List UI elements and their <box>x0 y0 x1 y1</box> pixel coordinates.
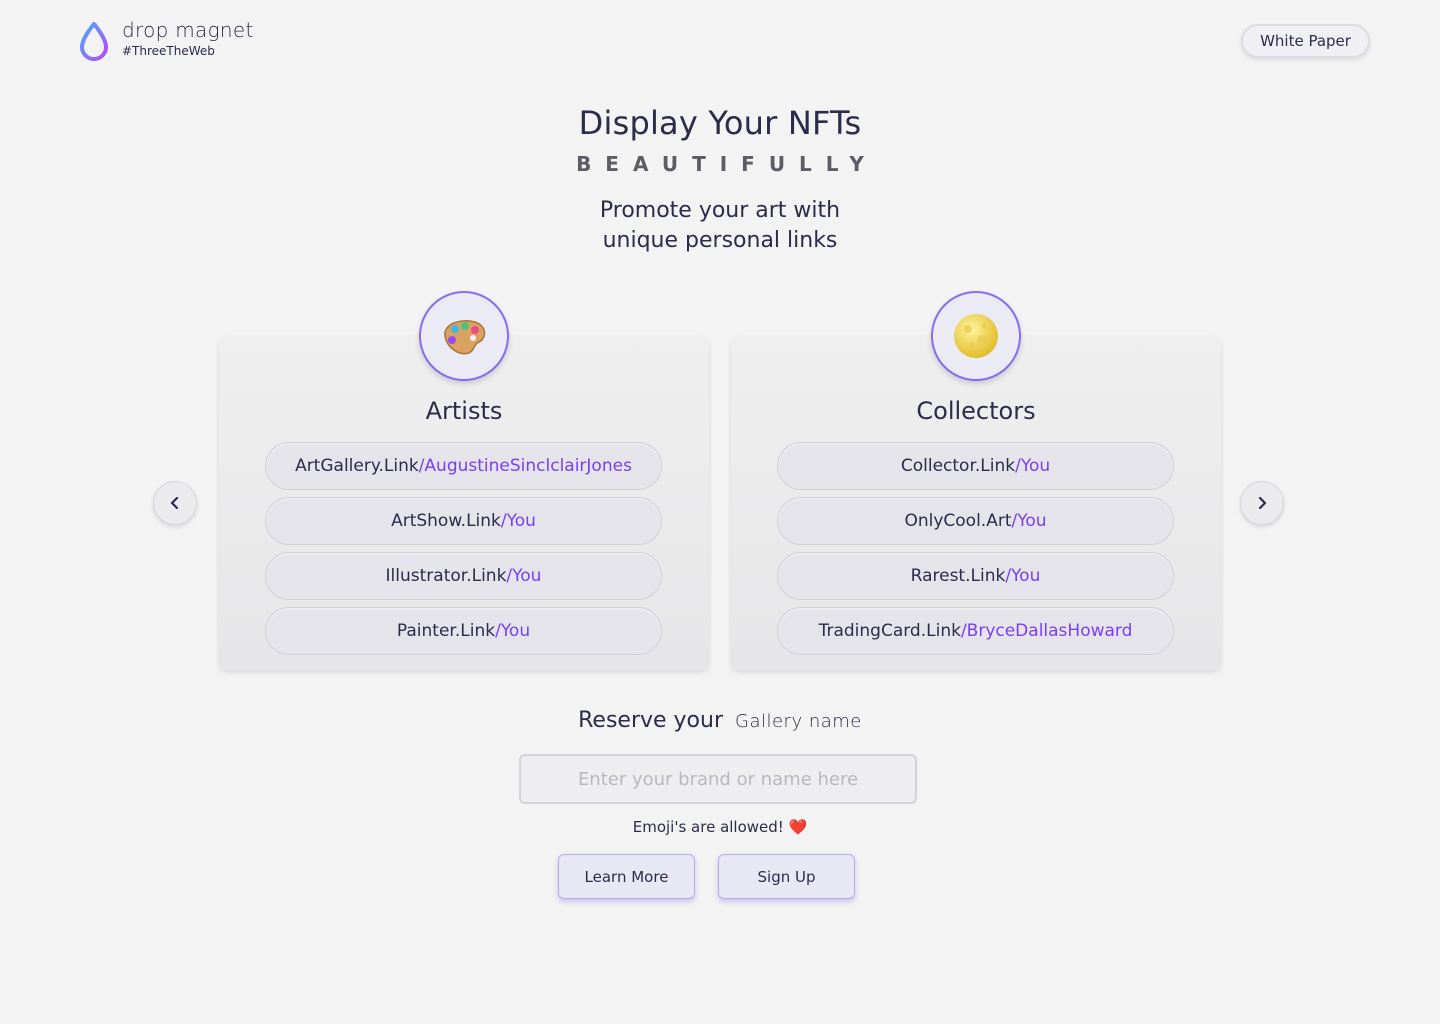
tagline: #ThreeTheWeb <box>122 44 215 58</box>
link-domain: Collector.Link <box>900 456 1016 476</box>
promo-line-1: Promote your art with <box>599 198 841 223</box>
link-pill[interactable]: Illustrator.Link/You <box>265 552 662 600</box>
white-paper-button[interactable]: White Paper <box>1241 24 1370 58</box>
link-pill[interactable]: Painter.Link/You <box>265 607 662 655</box>
promo-text: Promote your art with unique personal li… <box>0 196 1440 256</box>
learn-more-button[interactable]: Learn More <box>558 854 695 899</box>
link-suffix: /BryceDallasHoward <box>960 621 1133 641</box>
link-domain: ArtGallery.Link <box>295 456 419 476</box>
gallery-name-input[interactable] <box>519 754 917 804</box>
reserve-label: Reserve your <box>578 708 723 733</box>
collectors-card: Collectors Collector.Link/You OnlyCool.A… <box>731 291 1221 670</box>
link-pill[interactable]: ArtShow.Link/You <box>265 497 662 545</box>
link-suffix: /You <box>1005 566 1041 586</box>
collectors-title: Collectors <box>916 397 1036 425</box>
link-domain: TradingCard.Link <box>818 621 961 641</box>
link-domain: Painter.Link <box>396 621 496 641</box>
reserve-script-text: Gallery name <box>735 711 862 732</box>
carousel-next-button[interactable] <box>1240 481 1284 525</box>
collectors-avatar <box>931 291 1021 381</box>
link-suffix: /AugustineSinclclairJones <box>418 456 632 476</box>
link-suffix: /You <box>1011 511 1047 531</box>
chevron-right-icon <box>1258 496 1267 510</box>
sign-up-button[interactable]: Sign Up <box>718 854 855 899</box>
chevron-left-icon <box>170 496 179 510</box>
link-pill[interactable]: OnlyCool.Art/You <box>777 497 1174 545</box>
emoji-note: Emoji's are allowed! ❤️ <box>632 818 808 836</box>
link-domain: ArtShow.Link <box>391 511 501 531</box>
link-domain: Rarest.Link <box>910 566 1006 586</box>
link-suffix: /You <box>500 511 536 531</box>
link-domain: OnlyCool.Art <box>904 511 1012 531</box>
link-suffix: /You <box>506 566 542 586</box>
link-suffix: /You <box>1015 456 1051 476</box>
link-suffix: /You <box>495 621 531 641</box>
palette-icon <box>444 320 486 355</box>
drop-logo-icon <box>79 22 109 61</box>
page-title: Display Your NFTs <box>578 104 862 142</box>
moon-icon <box>954 314 998 358</box>
promo-line-2: unique personal links <box>602 228 838 253</box>
artists-links: ArtGallery.Link/AugustineSinclclairJones… <box>265 442 662 662</box>
artists-title: Artists <box>425 397 503 425</box>
reserve-heading: Reserve your Gallery name <box>0 708 1440 733</box>
link-pill[interactable]: Collector.Link/You <box>777 442 1174 490</box>
carousel-prev-button[interactable] <box>153 481 197 525</box>
artists-card: Artists ArtGallery.Link/AugustineSinclcl… <box>219 291 709 670</box>
link-pill[interactable]: Rarest.Link/You <box>777 552 1174 600</box>
link-pill[interactable]: ArtGallery.Link/AugustineSinclclairJones <box>265 442 662 490</box>
link-pill[interactable]: TradingCard.Link/BryceDallasHoward <box>777 607 1174 655</box>
brand-name: drop magnet <box>122 18 254 42</box>
collectors-links: Collector.Link/You OnlyCool.Art/You Rare… <box>777 442 1174 662</box>
page-subtitle: BEAUTIFULLY <box>576 152 878 176</box>
artists-avatar <box>419 291 509 381</box>
link-domain: Illustrator.Link <box>385 566 507 586</box>
logo[interactable]: drop magnet #ThreeTheWeb <box>78 20 254 62</box>
